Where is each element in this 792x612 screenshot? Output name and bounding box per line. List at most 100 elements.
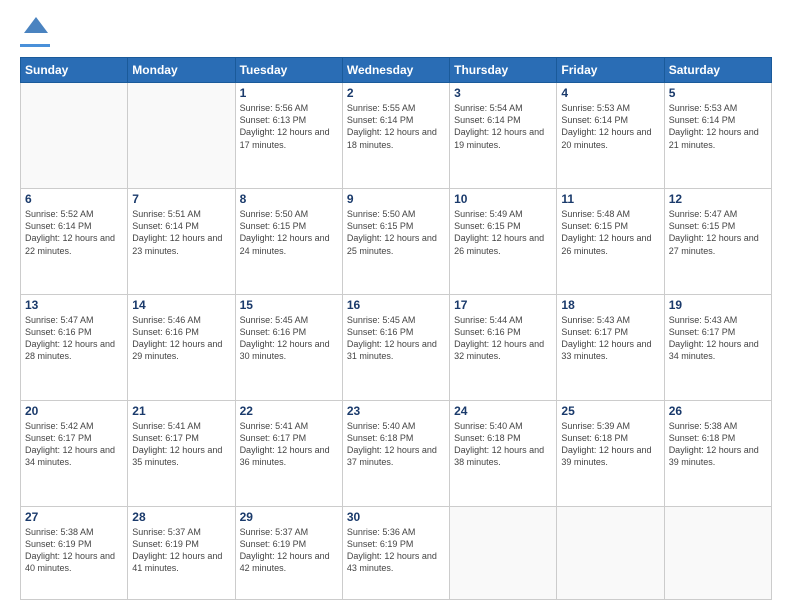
calendar-cell: 21Sunrise: 5:41 AM Sunset: 6:17 PM Dayli… [128,401,235,507]
day-info: Sunrise: 5:51 AM Sunset: 6:14 PM Dayligh… [132,208,230,257]
day-number: 17 [454,298,552,312]
day-info: Sunrise: 5:47 AM Sunset: 6:15 PM Dayligh… [669,208,767,257]
day-info: Sunrise: 5:41 AM Sunset: 6:17 PM Dayligh… [240,420,338,469]
day-number: 19 [669,298,767,312]
week-row-3: 13Sunrise: 5:47 AM Sunset: 6:16 PM Dayli… [21,295,772,401]
day-number: 30 [347,510,445,524]
calendar-cell: 28Sunrise: 5:37 AM Sunset: 6:19 PM Dayli… [128,506,235,599]
calendar-cell: 25 Sunrise: 5:39 AM Sunset: 6:18 PM Dayli… [557,401,664,507]
day-info: Sunrise: 5:43 AM Sunset: 6:17 PM Dayligh… [669,314,767,363]
calendar-cell: 19 Sunrise: 5:43 AM Sunset: 6:17 PM Dayli… [664,295,771,401]
calendar-cell: 5 Sunrise: 5:53 AM Sunset: 6:14 PM Daylig… [664,83,771,189]
day-info: Sunrise: 5:40 AM Sunset: 6:18 PM Dayligh… [347,420,445,469]
day-number: 3 [454,86,552,100]
calendar-cell: 15 Sunrise: 5:45 AM Sunset: 6:16 PM Dayli… [235,295,342,401]
calendar-cell: 13Sunrise: 5:47 AM Sunset: 6:16 PM Dayli… [21,295,128,401]
day-number: 10 [454,192,552,206]
day-number: 5 [669,86,767,100]
day-info: Sunrise: 5:45 AM Sunset: 6:16 PM Dayligh… [347,314,445,363]
calendar-cell: 7 Sunrise: 5:51 AM Sunset: 6:14 PM Daylig… [128,189,235,295]
day-info: Sunrise: 5:52 AM Sunset: 6:14 PM Dayligh… [25,208,123,257]
day-number: 27 [25,510,123,524]
calendar-cell: 8 Sunrise: 5:50 AM Sunset: 6:15 PM Daylig… [235,189,342,295]
logo-underline [20,44,50,47]
day-info: Sunrise: 5:50 AM Sunset: 6:15 PM Dayligh… [347,208,445,257]
weekday-header-row: SundayMondayTuesdayWednesdayThursdayFrid… [21,58,772,83]
calendar-cell: 4 Sunrise: 5:53 AM Sunset: 6:14 PM Daylig… [557,83,664,189]
week-row-1: 1 Sunrise: 5:56 AM Sunset: 6:13 PM Daylig… [21,83,772,189]
calendar-cell [664,506,771,599]
calendar-cell: 17 Sunrise: 5:44 AM Sunset: 6:16 PM Dayli… [450,295,557,401]
day-number: 12 [669,192,767,206]
calendar-cell: 1 Sunrise: 5:56 AM Sunset: 6:13 PM Daylig… [235,83,342,189]
calendar-cell: 22 Sunrise: 5:41 AM Sunset: 6:17 PM Dayli… [235,401,342,507]
weekday-header-monday: Monday [128,58,235,83]
calendar-cell: 24Sunrise: 5:40 AM Sunset: 6:18 PM Dayli… [450,401,557,507]
day-number: 14 [132,298,230,312]
calendar-cell: 30Sunrise: 5:36 AM Sunset: 6:19 PM Dayli… [342,506,449,599]
day-info: Sunrise: 5:53 AM Sunset: 6:14 PM Dayligh… [669,102,767,151]
weekday-header-tuesday: Tuesday [235,58,342,83]
logo-icon [22,13,50,41]
calendar-cell: 2Sunrise: 5:55 AM Sunset: 6:14 PM Daylig… [342,83,449,189]
week-row-2: 6Sunrise: 5:52 AM Sunset: 6:14 PM Daylig… [21,189,772,295]
calendar-cell: 3 Sunrise: 5:54 AM Sunset: 6:14 PM Daylig… [450,83,557,189]
calendar-cell: 20 Sunrise: 5:42 AM Sunset: 6:17 PM Dayli… [21,401,128,507]
header [20,18,772,47]
day-info: Sunrise: 5:45 AM Sunset: 6:16 PM Dayligh… [240,314,338,363]
weekday-header-sunday: Sunday [21,58,128,83]
calendar-cell: 10 Sunrise: 5:49 AM Sunset: 6:15 PM Dayli… [450,189,557,295]
weekday-header-wednesday: Wednesday [342,58,449,83]
day-number: 13 [25,298,123,312]
day-number: 2 [347,86,445,100]
day-number: 7 [132,192,230,206]
day-number: 25 [561,404,659,418]
day-info: Sunrise: 5:37 AM Sunset: 6:19 PM Dayligh… [240,526,338,575]
calendar-cell: 6Sunrise: 5:52 AM Sunset: 6:14 PM Daylig… [21,189,128,295]
calendar-cell [21,83,128,189]
day-info: Sunrise: 5:39 AM Sunset: 6:18 PM Dayligh… [561,420,659,469]
calendar-cell: 16 Sunrise: 5:45 AM Sunset: 6:16 PM Dayli… [342,295,449,401]
week-row-4: 20 Sunrise: 5:42 AM Sunset: 6:17 PM Dayli… [21,401,772,507]
calendar-cell [450,506,557,599]
day-info: Sunrise: 5:49 AM Sunset: 6:15 PM Dayligh… [454,208,552,257]
logo [20,18,50,47]
calendar-table: SundayMondayTuesdayWednesdayThursdayFrid… [20,57,772,600]
calendar-cell: 26Sunrise: 5:38 AM Sunset: 6:18 PM Dayli… [664,401,771,507]
day-number: 4 [561,86,659,100]
day-number: 20 [25,404,123,418]
day-number: 8 [240,192,338,206]
calendar-cell: 29 Sunrise: 5:37 AM Sunset: 6:19 PM Dayli… [235,506,342,599]
day-number: 16 [347,298,445,312]
weekday-header-friday: Friday [557,58,664,83]
calendar-cell: 23 Sunrise: 5:40 AM Sunset: 6:18 PM Dayli… [342,401,449,507]
weekday-header-saturday: Saturday [664,58,771,83]
day-number: 15 [240,298,338,312]
calendar-cell: 18 Sunrise: 5:43 AM Sunset: 6:17 PM Dayli… [557,295,664,401]
day-number: 9 [347,192,445,206]
weekday-header-thursday: Thursday [450,58,557,83]
day-number: 23 [347,404,445,418]
calendar-cell: 11Sunrise: 5:48 AM Sunset: 6:15 PM Dayli… [557,189,664,295]
day-number: 1 [240,86,338,100]
week-row-5: 27 Sunrise: 5:38 AM Sunset: 6:19 PM Dayli… [21,506,772,599]
day-number: 18 [561,298,659,312]
day-info: Sunrise: 5:38 AM Sunset: 6:19 PM Dayligh… [25,526,123,575]
day-info: Sunrise: 5:37 AM Sunset: 6:19 PM Dayligh… [132,526,230,575]
day-number: 22 [240,404,338,418]
calendar-cell [128,83,235,189]
day-number: 24 [454,404,552,418]
calendar-cell: 12 Sunrise: 5:47 AM Sunset: 6:15 PM Dayli… [664,189,771,295]
page: SundayMondayTuesdayWednesdayThursdayFrid… [0,0,792,612]
day-info: Sunrise: 5:56 AM Sunset: 6:13 PM Dayligh… [240,102,338,151]
day-info: Sunrise: 5:53 AM Sunset: 6:14 PM Dayligh… [561,102,659,151]
day-info: Sunrise: 5:46 AM Sunset: 6:16 PM Dayligh… [132,314,230,363]
day-info: Sunrise: 5:41 AM Sunset: 6:17 PM Dayligh… [132,420,230,469]
day-info: Sunrise: 5:44 AM Sunset: 6:16 PM Dayligh… [454,314,552,363]
day-info: Sunrise: 5:54 AM Sunset: 6:14 PM Dayligh… [454,102,552,151]
day-info: Sunrise: 5:50 AM Sunset: 6:15 PM Dayligh… [240,208,338,257]
day-number: 29 [240,510,338,524]
day-info: Sunrise: 5:42 AM Sunset: 6:17 PM Dayligh… [25,420,123,469]
day-info: Sunrise: 5:43 AM Sunset: 6:17 PM Dayligh… [561,314,659,363]
day-number: 26 [669,404,767,418]
